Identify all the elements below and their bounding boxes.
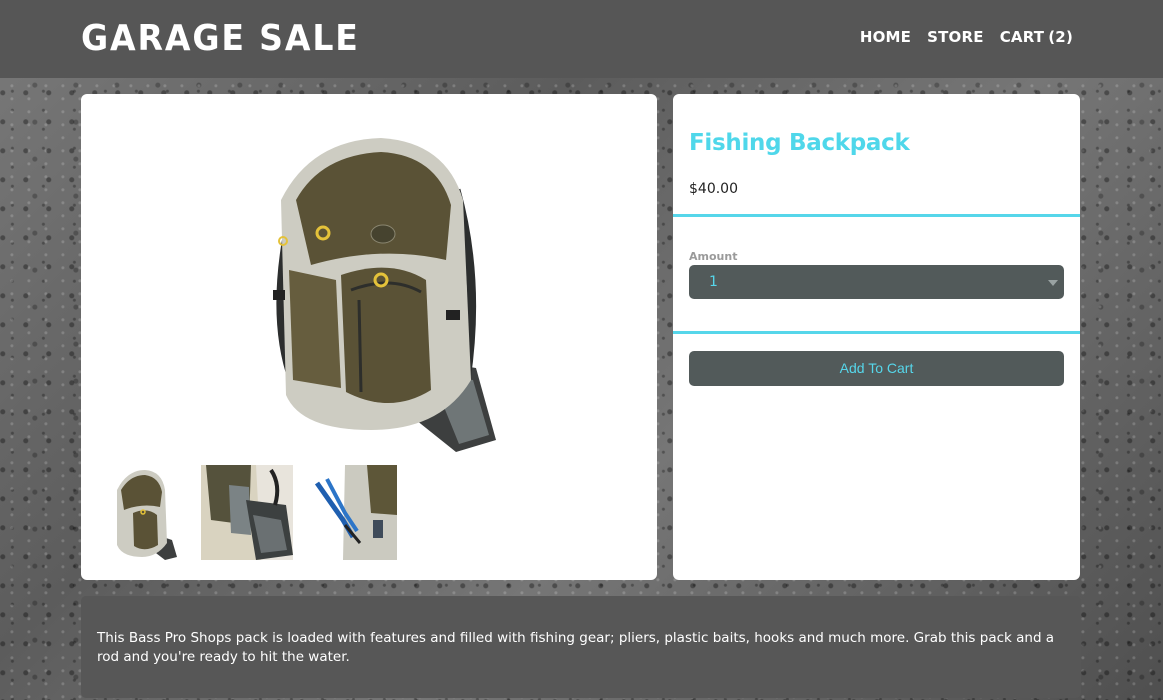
thumbnail-1[interactable] <box>97 465 189 560</box>
product-price: $40.00 <box>689 181 738 197</box>
site-logo[interactable]: GARAGE SALE <box>81 18 360 59</box>
amount-label: Amount <box>689 250 738 263</box>
divider <box>673 331 1080 334</box>
main-nav: HOME STORE CART (2) <box>860 28 1073 46</box>
thumbnail-strip <box>97 465 397 560</box>
cart-count-badge: (2) <box>1048 28 1073 46</box>
amount-selected-value: 1 <box>709 274 718 290</box>
product-image-card <box>81 94 657 580</box>
product-description-panel: This Bass Pro Shops pack is loaded with … <box>81 596 1081 698</box>
thumbnail-2[interactable] <box>201 465 293 560</box>
product-description: This Bass Pro Shops pack is loaded with … <box>97 630 1055 665</box>
nav-cart-link[interactable]: CART (2) <box>1000 28 1073 46</box>
nav-store-link[interactable]: STORE <box>927 28 984 46</box>
product-main-image <box>241 130 521 460</box>
caret-down-icon <box>1048 280 1058 286</box>
top-navbar: GARAGE SALE HOME STORE CART (2) <box>0 0 1163 78</box>
product-title: Fishing Backpack <box>689 130 910 156</box>
amount-select[interactable]: 1 <box>689 265 1064 299</box>
thumbnail-3[interactable] <box>305 465 397 560</box>
nav-home-link[interactable]: HOME <box>860 28 911 46</box>
divider <box>673 214 1080 217</box>
product-detail-card: Fishing Backpack $40.00 Amount 1 Add To … <box>673 94 1080 580</box>
nav-cart-label: CART <box>999 28 1045 46</box>
add-to-cart-button[interactable]: Add To Cart <box>689 351 1064 386</box>
